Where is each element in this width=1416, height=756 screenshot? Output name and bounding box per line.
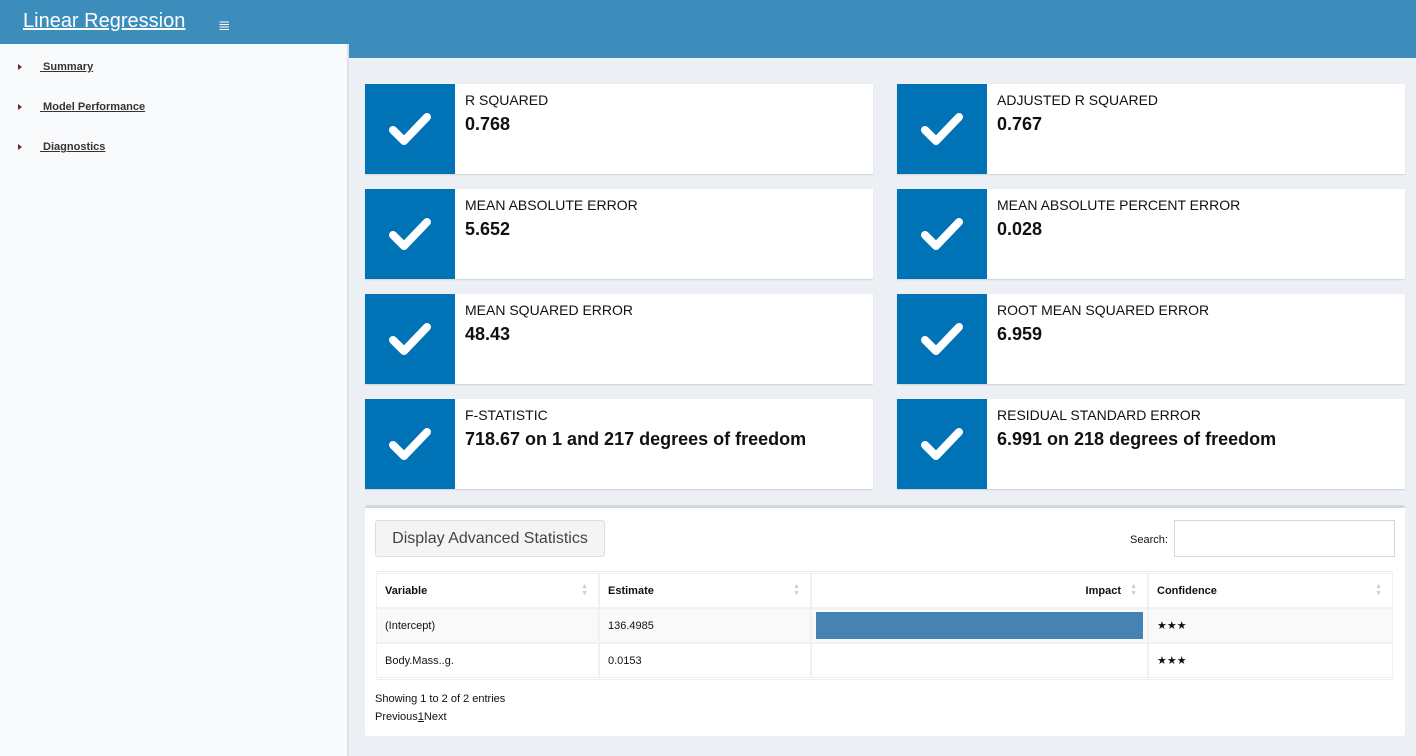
check-icon <box>897 189 987 279</box>
table-info: Showing 1 to 2 of 2 entries <box>375 693 506 705</box>
metric-title: F-STATISTIC <box>465 407 548 423</box>
metric-card: MEAN ABSOLUTE PERCENT ERROR 0.028 <box>897 189 1405 279</box>
column-label: Estimate <box>608 584 654 597</box>
search-input[interactable] <box>1174 520 1395 557</box>
check-icon <box>897 294 987 384</box>
metric-title: MEAN ABSOLUTE PERCENT ERROR <box>997 197 1241 213</box>
table-row: Body.Mass..g. 0.0153 ★★★ <box>376 643 1393 678</box>
check-icon <box>897 399 987 489</box>
metric-value: 0.768 <box>465 114 511 134</box>
metric-value: 6.991 on 218 degrees of freedom <box>997 429 1277 449</box>
sort-icon: ▲ ▼ <box>1375 583 1382 597</box>
metric-card: MEAN SQUARED ERROR 48.43 <box>365 294 873 384</box>
check-icon <box>365 294 455 384</box>
display-advanced-statistics-button[interactable]: Display Advanced Statistics <box>375 520 605 557</box>
column-label: Confidence <box>1157 584 1217 597</box>
cell-variable: (Intercept) <box>376 608 599 643</box>
sidebar-top <box>0 44 206 58</box>
cell-impact <box>811 608 1148 643</box>
impact-bar <box>816 612 1143 639</box>
cell-confidence: ★★★ <box>1148 608 1393 643</box>
metric-card: MEAN ABSOLUTE ERROR 5.652 <box>365 189 873 279</box>
metric-value: 0.028 <box>997 219 1043 239</box>
next-page-button[interactable]: Next <box>424 711 447 723</box>
advanced-statistics-panel: Display Advanced Statistics Search: Vari… <box>365 505 1405 736</box>
metric-value: 6.959 <box>997 324 1043 344</box>
check-icon <box>365 399 455 489</box>
metric-title: R SQUARED <box>465 92 549 108</box>
cell-confidence: ★★★ <box>1148 643 1393 678</box>
column-label: Variable <box>385 584 428 597</box>
metric-title: MEAN SQUARED ERROR <box>465 302 634 318</box>
caret-right-icon <box>18 104 22 111</box>
coefficients-table: Variable ▲ ▼ Estimate ▲ ▼ Impact ▲ ▼ Confidenc… <box>375 571 1394 680</box>
metric-title: ROOT MEAN SQUARED ERROR <box>997 302 1210 318</box>
cell-estimate: 0.0153 <box>599 643 811 678</box>
caret-right-icon <box>18 144 22 151</box>
app-title-link[interactable]: Linear Regression <box>0 0 206 44</box>
caret-right-icon <box>18 64 22 71</box>
sort-icon: ▲ ▼ <box>1130 583 1137 597</box>
metric-card: R SQUARED 0.768 <box>365 84 873 174</box>
metric-card: ADJUSTED R SQUARED 0.767 <box>897 84 1405 174</box>
column-header-variable[interactable]: Variable ▲ ▼ <box>376 573 599 608</box>
metric-value: 5.652 <box>465 219 511 239</box>
check-icon <box>897 84 987 174</box>
table-row: (Intercept) 136.4985 ★★★ <box>376 608 1393 643</box>
metric-card: RESIDUAL STANDARD ERROR 6.991 on 218 degr… <box>897 399 1405 489</box>
metric-value: 48.43 <box>465 324 511 344</box>
sort-icon: ▲ ▼ <box>793 583 800 597</box>
column-header-estimate[interactable]: Estimate ▲ ▼ <box>599 573 811 608</box>
metric-value: 718.67 on 1 and 217 degrees of freedom <box>465 429 807 449</box>
metric-title: RESIDUAL STANDARD ERROR <box>997 407 1201 423</box>
metric-value: 0.767 <box>997 114 1043 134</box>
cell-variable: Body.Mass..g. <box>376 643 599 678</box>
search-label: Search: <box>1130 534 1168 546</box>
metric-title: ADJUSTED R SQUARED <box>997 92 1159 108</box>
sort-icon: ▲ ▼ <box>581 583 588 597</box>
column-header-impact[interactable]: Impact ▲ ▼ <box>811 573 1148 608</box>
metric-card: ROOT MEAN SQUARED ERROR 6.959 <box>897 294 1405 384</box>
sidebar-item-model-performance[interactable]: Model Performance <box>18 101 145 113</box>
sidebar-toggle-icon[interactable]: ≣ <box>218 16 231 34</box>
column-label: Impact <box>1085 584 1121 597</box>
sidebar-item-diagnostics[interactable]: Diagnostics <box>18 141 105 153</box>
cell-impact <box>811 643 1148 678</box>
check-icon <box>365 189 455 279</box>
sidebar-item-summary[interactable]: Summary <box>18 61 93 73</box>
previous-page-button[interactable]: Previous <box>375 711 418 723</box>
pagination: Previous1Next <box>375 711 447 723</box>
check-icon <box>365 84 455 174</box>
column-header-confidence[interactable]: Confidence ▲ ▼ <box>1148 573 1393 608</box>
metric-title: MEAN ABSOLUTE ERROR <box>465 197 638 213</box>
cell-estimate: 136.4985 <box>599 608 811 643</box>
metric-card: F-STATISTIC 718.67 on 1 and 217 degrees o… <box>365 399 873 489</box>
